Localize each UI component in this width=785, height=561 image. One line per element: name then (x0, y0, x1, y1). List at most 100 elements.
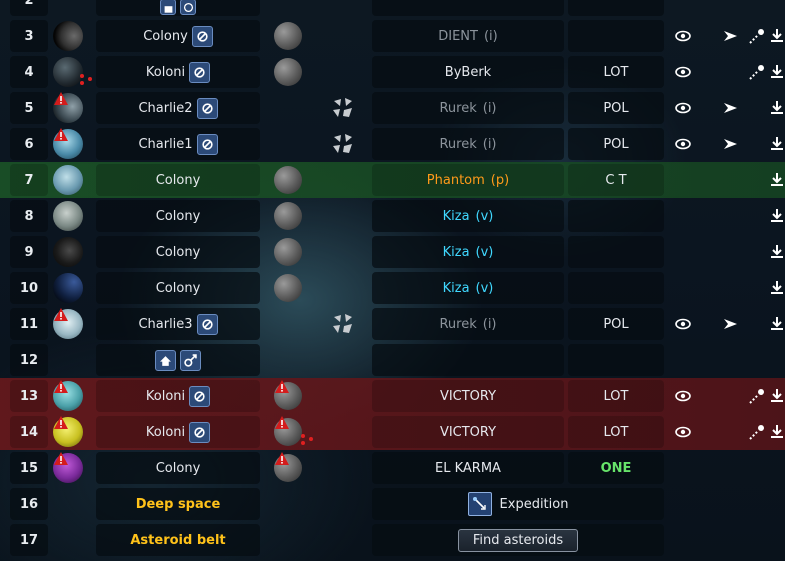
player-cell[interactable]: ByBerk (372, 56, 564, 88)
eye-icon[interactable] (674, 423, 692, 441)
planet-action-icon[interactable] (196, 133, 218, 155)
download-icon[interactable] (768, 243, 785, 261)
alliance-cell[interactable]: POL (568, 308, 664, 340)
expedition-label[interactable]: Expedition (500, 497, 569, 512)
player-name[interactable]: Kiza (443, 281, 470, 296)
expedition-cell[interactable]: Expedition (372, 488, 664, 520)
debris-field-icon[interactable] (330, 311, 356, 337)
download-icon[interactable] (768, 315, 785, 333)
moon-icon[interactable] (274, 202, 302, 230)
missile-icon[interactable] (748, 387, 766, 405)
planet-name-cell[interactable]: Colony (96, 452, 260, 484)
player-name[interactable]: VICTORY (440, 425, 496, 440)
alliance-tag[interactable]: POL (603, 137, 628, 152)
planet-name-cell[interactable]: Charlie2 (96, 92, 260, 124)
find-asteroids-button[interactable]: Find asteroids (457, 528, 579, 552)
player-name[interactable]: Kiza (443, 209, 470, 224)
player-cell[interactable]: VICTORY (372, 416, 564, 448)
moon-icon[interactable] (274, 238, 302, 266)
eye-icon[interactable] (674, 135, 692, 153)
player-name[interactable]: Rurek (439, 101, 476, 116)
alliance-cell[interactable]: LOT (568, 56, 664, 88)
alliance-tag[interactable]: POL (603, 101, 628, 116)
download-icon[interactable] (768, 387, 785, 405)
player-name[interactable]: VICTORY (440, 389, 496, 404)
player-name[interactable]: Phantom (427, 173, 485, 188)
download-icon[interactable] (768, 99, 785, 117)
player-name[interactable]: Rurek (439, 137, 476, 152)
download-icon[interactable] (768, 423, 785, 441)
alliance-cell[interactable]: LOT (568, 380, 664, 412)
player-cell[interactable]: Phantom (p) (372, 164, 564, 196)
planet-name-cell[interactable]: Koloni (96, 380, 260, 412)
planet-image[interactable] (53, 21, 83, 51)
debris-field-icon[interactable] (330, 131, 356, 157)
missile-icon[interactable] (748, 27, 766, 45)
planet-image[interactable] (53, 273, 83, 303)
eye-icon[interactable] (674, 27, 692, 45)
planet-name-cell[interactable]: Charlie3 (96, 308, 260, 340)
colonize-icon[interactable] (180, 0, 196, 15)
eye-icon[interactable] (674, 387, 692, 405)
alliance-tag[interactable]: LOT (604, 389, 629, 404)
moon-icon[interactable] (274, 58, 302, 86)
send-message-icon[interactable] (722, 27, 740, 45)
alliance-cell[interactable]: ONE (568, 452, 664, 484)
planet-name-cell[interactable]: Colony (96, 20, 260, 52)
send-message-icon[interactable] (722, 315, 740, 333)
download-icon[interactable] (768, 207, 785, 225)
alliance-tag[interactable]: LOT (604, 425, 629, 440)
planet-image[interactable] (53, 201, 83, 231)
eye-icon[interactable] (674, 63, 692, 81)
player-name[interactable]: Kiza (443, 245, 470, 260)
player-name[interactable]: EL KARMA (435, 461, 501, 476)
planet-name-cell[interactable]: Koloni (96, 416, 260, 448)
moon-icon[interactable] (274, 274, 302, 302)
build-icon[interactable] (155, 349, 176, 371)
alliance-tag[interactable]: C T (605, 173, 626, 188)
player-cell[interactable]: DIENT (i) (372, 20, 564, 52)
download-icon[interactable] (768, 27, 785, 45)
debris-field-icon[interactable] (330, 95, 356, 121)
alliance-tag[interactable]: ONE (601, 461, 632, 476)
missile-icon[interactable] (748, 423, 766, 441)
planet-action-icon[interactable] (189, 421, 211, 443)
player-cell[interactable]: Kiza (v) (372, 236, 564, 268)
send-message-icon[interactable] (722, 99, 740, 117)
player-cell[interactable]: VICTORY (372, 380, 564, 412)
player-name[interactable]: ByBerk (445, 65, 491, 80)
alliance-tag[interactable]: LOT (604, 65, 629, 80)
player-cell[interactable]: Kiza (v) (372, 272, 564, 304)
alliance-cell[interactable]: POL (568, 92, 664, 124)
player-cell[interactable]: Rurek (i) (372, 92, 564, 124)
planet-action-icon[interactable] (196, 313, 218, 335)
planet-image[interactable] (53, 165, 83, 195)
download-icon[interactable] (768, 171, 785, 189)
send-message-icon[interactable] (722, 135, 740, 153)
planet-name-cell[interactable]: Koloni (96, 56, 260, 88)
moon-icon[interactable] (274, 22, 302, 50)
missile-icon[interactable] (748, 63, 766, 81)
player-cell[interactable]: Rurek (i) (372, 128, 564, 160)
player-cell[interactable]: Kiza (v) (372, 200, 564, 232)
alliance-cell[interactable]: C T (568, 164, 664, 196)
planet-name-cell[interactable]: Colony (96, 236, 260, 268)
eye-icon[interactable] (674, 315, 692, 333)
build-icon[interactable] (160, 0, 176, 15)
player-cell[interactable]: EL KARMA (372, 452, 564, 484)
planet-image[interactable] (53, 237, 83, 267)
alliance-tag[interactable]: POL (603, 317, 628, 332)
expedition-icon[interactable] (467, 492, 492, 516)
player-cell[interactable]: Rurek (i) (372, 308, 564, 340)
download-icon[interactable] (768, 135, 785, 153)
player-name[interactable]: DIENT (438, 29, 478, 44)
alliance-cell[interactable]: LOT (568, 416, 664, 448)
download-icon[interactable] (768, 279, 785, 297)
moon-icon[interactable] (274, 166, 302, 194)
planet-name-cell[interactable]: Charlie1 (96, 128, 260, 160)
colonize-icon[interactable] (180, 349, 201, 371)
planet-action-icon[interactable] (191, 25, 213, 47)
planet-name-cell[interactable]: Colony (96, 200, 260, 232)
eye-icon[interactable] (674, 99, 692, 117)
alliance-cell[interactable]: POL (568, 128, 664, 160)
